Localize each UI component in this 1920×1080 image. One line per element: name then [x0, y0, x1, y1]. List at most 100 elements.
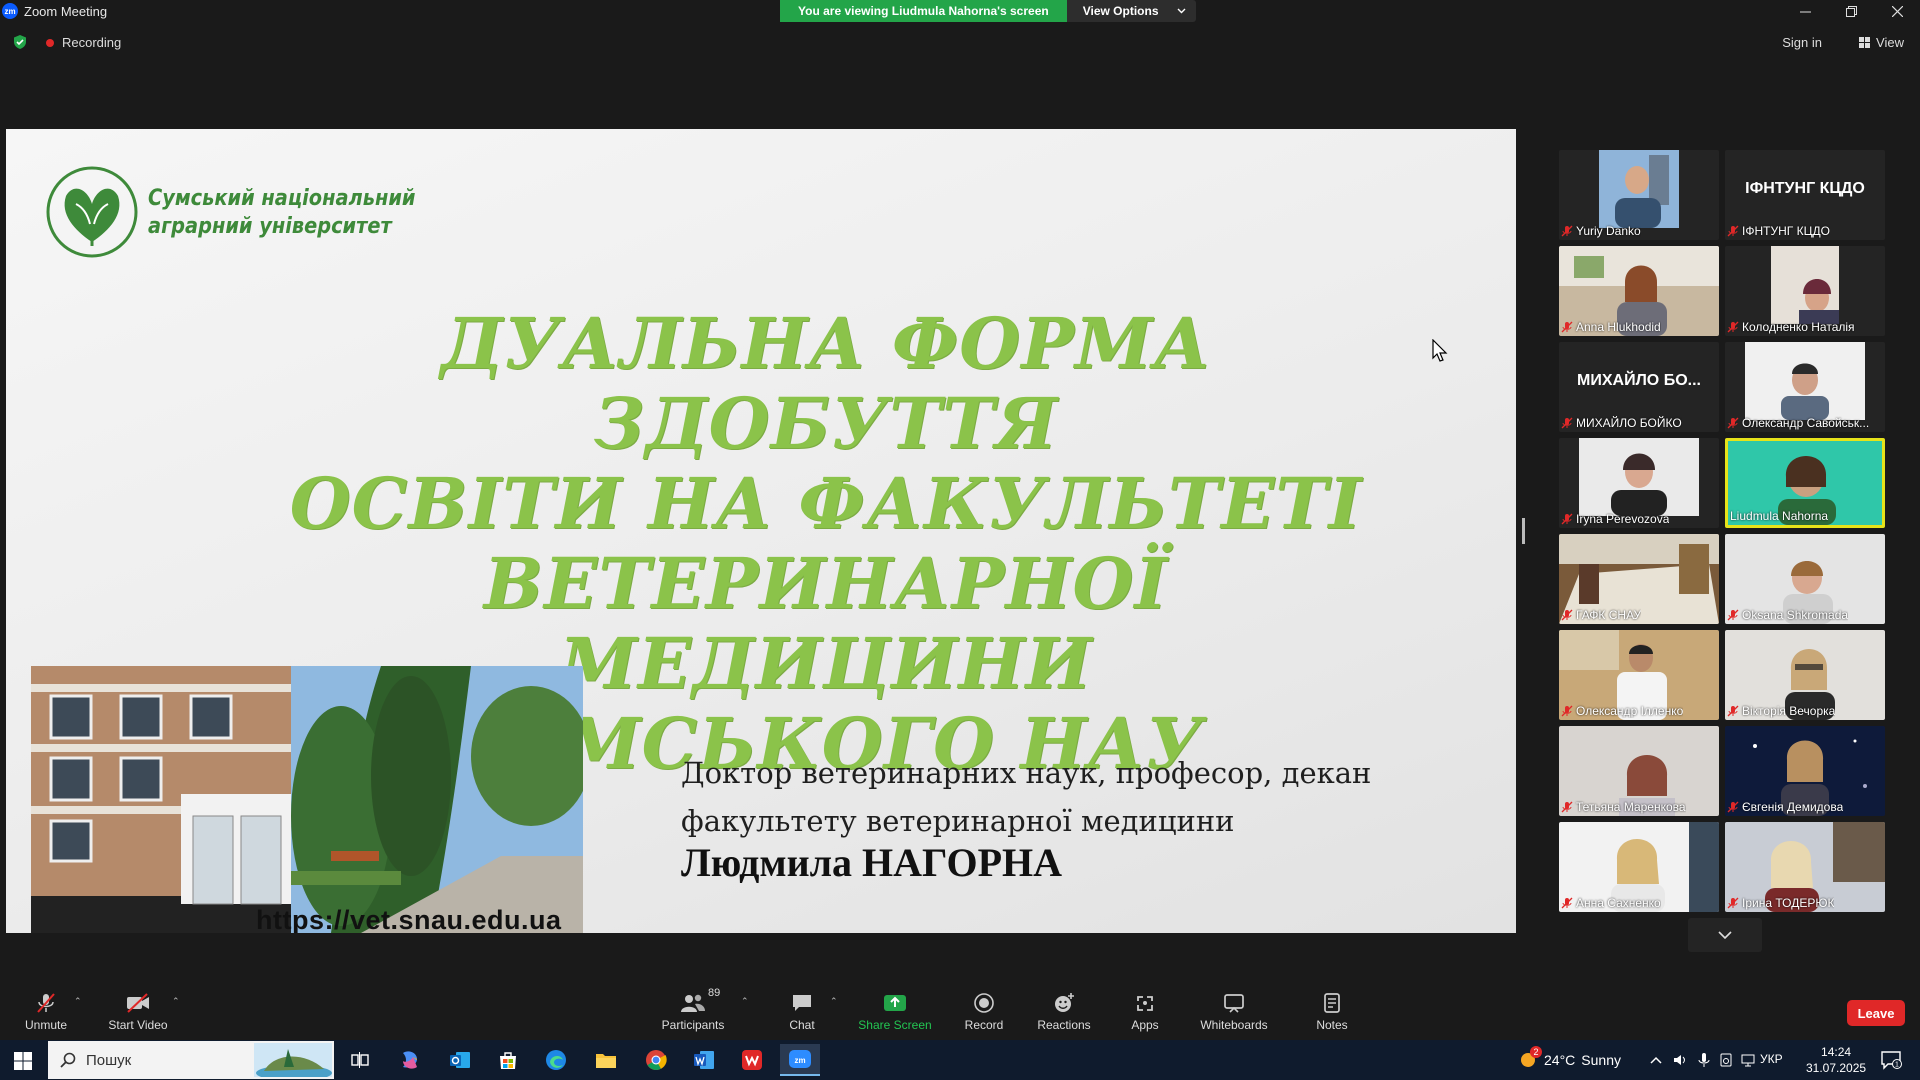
view-label: View	[1876, 35, 1904, 50]
participant-tile[interactable]: Yuriy Danko	[1559, 150, 1719, 240]
minimize-button[interactable]	[1782, 0, 1828, 22]
notification-count: 1	[1895, 1062, 1899, 1069]
participant-tile[interactable]: ІФНТУНГ КЦДО ІФНТУНГ КЦДО	[1725, 150, 1885, 240]
participant-tile[interactable]: Олександр Ілленко	[1559, 630, 1719, 720]
taskbar-search-box[interactable]: Пошук	[48, 1041, 334, 1079]
participant-tile[interactable]: Євгенія Демидова	[1725, 726, 1885, 816]
slide-title-line1: ДУАЛЬНА ФОРМА ЗДОБУТТЯ	[440, 302, 1212, 465]
mic-muted-icon	[1561, 225, 1573, 237]
notes-label: Notes	[1316, 1018, 1348, 1032]
video-options-caret-icon[interactable]: ⌃	[172, 996, 180, 1007]
chat-button[interactable]: Chat	[784, 980, 820, 1038]
participant-tile[interactable]: Колодненко Наталія	[1725, 246, 1885, 336]
mic-muted-icon	[37, 993, 55, 1013]
participant-tile-active-speaker[interactable]: Liudmula Nahorna	[1725, 438, 1885, 528]
edge-icon	[546, 1050, 566, 1070]
mic-muted-icon	[1561, 609, 1573, 621]
close-button[interactable]	[1874, 0, 1920, 22]
participant-name: Тетьяна Маренкова	[1561, 800, 1686, 814]
participant-tile[interactable]: Iryna Perevozova	[1559, 438, 1719, 528]
edge-app[interactable]	[536, 1044, 576, 1076]
participant-tile[interactable]: Ірина ТОДЕРЮК	[1725, 822, 1885, 912]
restore-button[interactable]	[1828, 0, 1874, 22]
whiteboards-button[interactable]: Whiteboards	[1198, 980, 1270, 1038]
participants-label: Participants	[661, 1018, 725, 1032]
file-explorer-icon	[596, 1054, 616, 1068]
security-shield-icon[interactable]	[12, 34, 28, 50]
participant-video	[1745, 342, 1865, 420]
search-placeholder: Пошук	[86, 1051, 132, 1069]
participants-options-caret-icon[interactable]: ⌃	[741, 996, 749, 1007]
mic-muted-icon	[1561, 321, 1573, 333]
word-app[interactable]	[684, 1044, 724, 1076]
participant-name: МИХАЙЛО БОЙКО	[1561, 416, 1682, 430]
windows-start-icon[interactable]	[14, 1052, 32, 1070]
university-name-line1: Сумський національний	[148, 186, 416, 211]
chevron-up-icon[interactable]	[1648, 1052, 1664, 1068]
participant-name: ГАФК СНАУ	[1561, 608, 1641, 622]
participant-tile[interactable]: Анна Сахненко	[1559, 822, 1719, 912]
whiteboards-label: Whiteboards	[1200, 1018, 1268, 1032]
start-video-button[interactable]: Start Video	[106, 980, 170, 1038]
audio-options-caret-icon[interactable]: ⌃	[74, 996, 82, 1007]
zoom-window: zm Zoom Meeting You are viewing Liudmula…	[0, 0, 1920, 1080]
mic-muted-icon	[1561, 417, 1573, 429]
view-options-button[interactable]: View Options	[1066, 0, 1196, 22]
chat-options-caret-icon[interactable]: ⌃	[830, 996, 838, 1007]
system-clock[interactable]: 14:24 31.07.2025	[1806, 1044, 1866, 1076]
unmute-button[interactable]: Unmute	[20, 980, 72, 1038]
microphone-icon[interactable]	[1696, 1052, 1712, 1068]
wps-app[interactable]	[732, 1044, 772, 1076]
restore-icon	[1845, 5, 1857, 17]
participant-tile[interactable]: Anna Hlukhodid	[1559, 246, 1719, 336]
zoom-logo-icon: zm	[2, 3, 18, 19]
weather-badge: 2	[1530, 1046, 1542, 1058]
network-icon[interactable]	[1740, 1052, 1756, 1068]
share-screen-icon	[884, 995, 906, 1011]
participant-name: Ірина ТОДЕРЮК	[1727, 896, 1834, 910]
participant-tile[interactable]: Олександр Савойськ...	[1725, 342, 1885, 432]
panel-resize-handle[interactable]	[1522, 518, 1525, 544]
participant-tile[interactable]: Тетьяна Маренкова	[1559, 726, 1719, 816]
copilot-app[interactable]	[390, 1044, 430, 1076]
notes-icon	[1324, 993, 1340, 1013]
store-app[interactable]	[488, 1044, 528, 1076]
notification-center-icon[interactable]: 1	[1880, 1050, 1902, 1070]
sign-in-button[interactable]: Sign in	[1782, 35, 1822, 50]
task-view-button[interactable]	[340, 1044, 380, 1076]
notes-button[interactable]: Notes	[1314, 980, 1350, 1038]
participant-tile[interactable]: МИХАЙЛО БО... МИХАЙЛО БОЙКО	[1559, 342, 1719, 432]
grid-view-icon	[1859, 37, 1871, 48]
device-icon[interactable]	[1718, 1052, 1734, 1068]
chevron-down-icon	[1718, 931, 1732, 939]
speaker-icon[interactable]	[1672, 1052, 1688, 1068]
leave-button[interactable]: Leave	[1847, 1000, 1905, 1026]
participant-tile[interactable]: Вікторія Вечорка	[1725, 630, 1885, 720]
view-button[interactable]: View	[1859, 35, 1904, 50]
shared-screen[interactable]: Сумський національний аграрний університ…	[6, 129, 1516, 933]
recording-indicator[interactable]: Recording	[46, 35, 121, 50]
participant-tile[interactable]: Oksana Shkromada	[1725, 534, 1885, 624]
share-screen-button[interactable]: Share Screen	[858, 980, 932, 1038]
zoom-app[interactable]: zm	[780, 1044, 820, 1076]
store-icon	[500, 1052, 516, 1069]
outlook-icon	[450, 1052, 470, 1068]
participant-name: Олександр Ілленко	[1561, 704, 1683, 718]
zoom-icon: zm	[789, 1050, 811, 1068]
gallery-next-page-button[interactable]	[1688, 918, 1762, 952]
outlook-app[interactable]	[440, 1044, 480, 1076]
apps-button[interactable]: Apps	[1128, 980, 1162, 1038]
file-explorer-app[interactable]	[586, 1044, 626, 1076]
unmute-label: Unmute	[24, 1018, 68, 1032]
weather-widget[interactable]: 2 24°C Sunny	[1518, 1046, 1621, 1070]
close-icon	[1891, 5, 1903, 17]
input-language[interactable]: УКР	[1760, 1052, 1783, 1066]
recording-label: Recording	[62, 35, 122, 50]
windows-taskbar: Пошук zm 2 24°C Sunny УКР 14:24 31.07.20…	[0, 1040, 1920, 1080]
participant-display-name: ІФНТУНГ КЦДО	[1745, 180, 1865, 197]
viewing-banner: You are viewing Liudmula Nahorna's scree…	[780, 0, 1196, 22]
record-button[interactable]: Record	[962, 980, 1006, 1038]
chrome-app[interactable]	[636, 1044, 676, 1076]
reactions-button[interactable]: Reactions	[1036, 980, 1092, 1038]
participant-tile[interactable]: ГАФК СНАУ	[1559, 534, 1719, 624]
